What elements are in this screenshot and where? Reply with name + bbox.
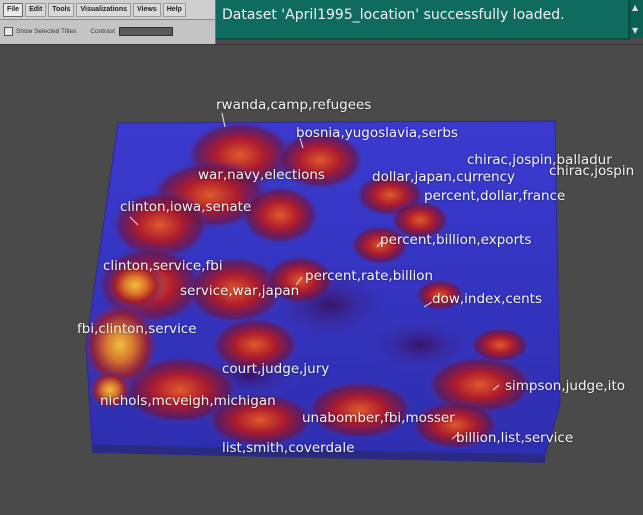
peak	[470, 327, 530, 363]
status-bar: Dataset 'April1995_location' successfull…	[216, 0, 630, 40]
topic-label[interactable]: clinton,service,fbi	[103, 259, 223, 274]
topic-label[interactable]: dow,index,cents	[432, 292, 542, 307]
topic-label[interactable]: court,judge,jury	[222, 362, 329, 377]
peak	[240, 185, 320, 245]
topic-label[interactable]: chirac,jospin	[549, 164, 634, 179]
topic-label[interactable]: nichols,mcveigh,michigan	[100, 394, 276, 409]
menu-edit[interactable]: Edit	[25, 2, 47, 17]
topic-label[interactable]: unabomber,fbi,mosser	[302, 411, 455, 426]
topic-label[interactable]: war,navy,elections	[198, 168, 325, 183]
options-row: Show Selected Titles Contrast	[0, 22, 215, 40]
contrast-label: Contrast	[90, 27, 115, 35]
menu-views[interactable]: Views	[133, 2, 161, 17]
topic-label[interactable]: percent,billion,exports	[380, 233, 531, 248]
status-message: Dataset 'April1995_location' successfull…	[222, 7, 565, 23]
scroll-down-icon[interactable]: ▼	[632, 27, 638, 35]
topic-label[interactable]: percent,dollar,france	[424, 189, 565, 204]
topic-label[interactable]: bosnia,yugoslavia,serbs	[296, 126, 458, 141]
themescape-viewport[interactable]: rwanda,camp,refugees bosnia,yugoslavia,s…	[0, 45, 643, 515]
menu-help[interactable]: Help	[162, 2, 186, 17]
topic-label[interactable]: dollar,japan,currency	[372, 170, 515, 185]
menu-file[interactable]: File	[3, 2, 24, 17]
menu-bar: File Edit Tools Visualizations Views Hel…	[0, 0, 215, 20]
topic-label[interactable]: fbi,clinton,service	[77, 322, 197, 337]
topic-label[interactable]: simpson,judge,ito	[505, 379, 625, 394]
scroll-up-icon[interactable]: ▲	[632, 4, 638, 12]
topic-label[interactable]: service,war,japan	[180, 284, 299, 299]
show-selected-checkbox[interactable]	[4, 26, 13, 36]
menu-visualizations[interactable]: Visualizations	[76, 2, 132, 17]
menu-tools[interactable]: Tools	[48, 2, 75, 17]
toolbar: File Edit Tools Visualizations Views Hel…	[0, 0, 216, 44]
topic-label[interactable]: rwanda,camp,refugees	[216, 98, 371, 113]
topic-label[interactable]: list,smith,coverdale	[222, 441, 354, 456]
contrast-slider[interactable]	[118, 26, 173, 36]
show-selected-label: Show Selected Titles	[16, 27, 77, 35]
topic-label[interactable]: clinton,iowa,senate	[120, 200, 251, 215]
topic-label[interactable]: percent,rate,billion	[305, 269, 433, 284]
topic-label[interactable]: billion,list,service	[456, 431, 573, 446]
